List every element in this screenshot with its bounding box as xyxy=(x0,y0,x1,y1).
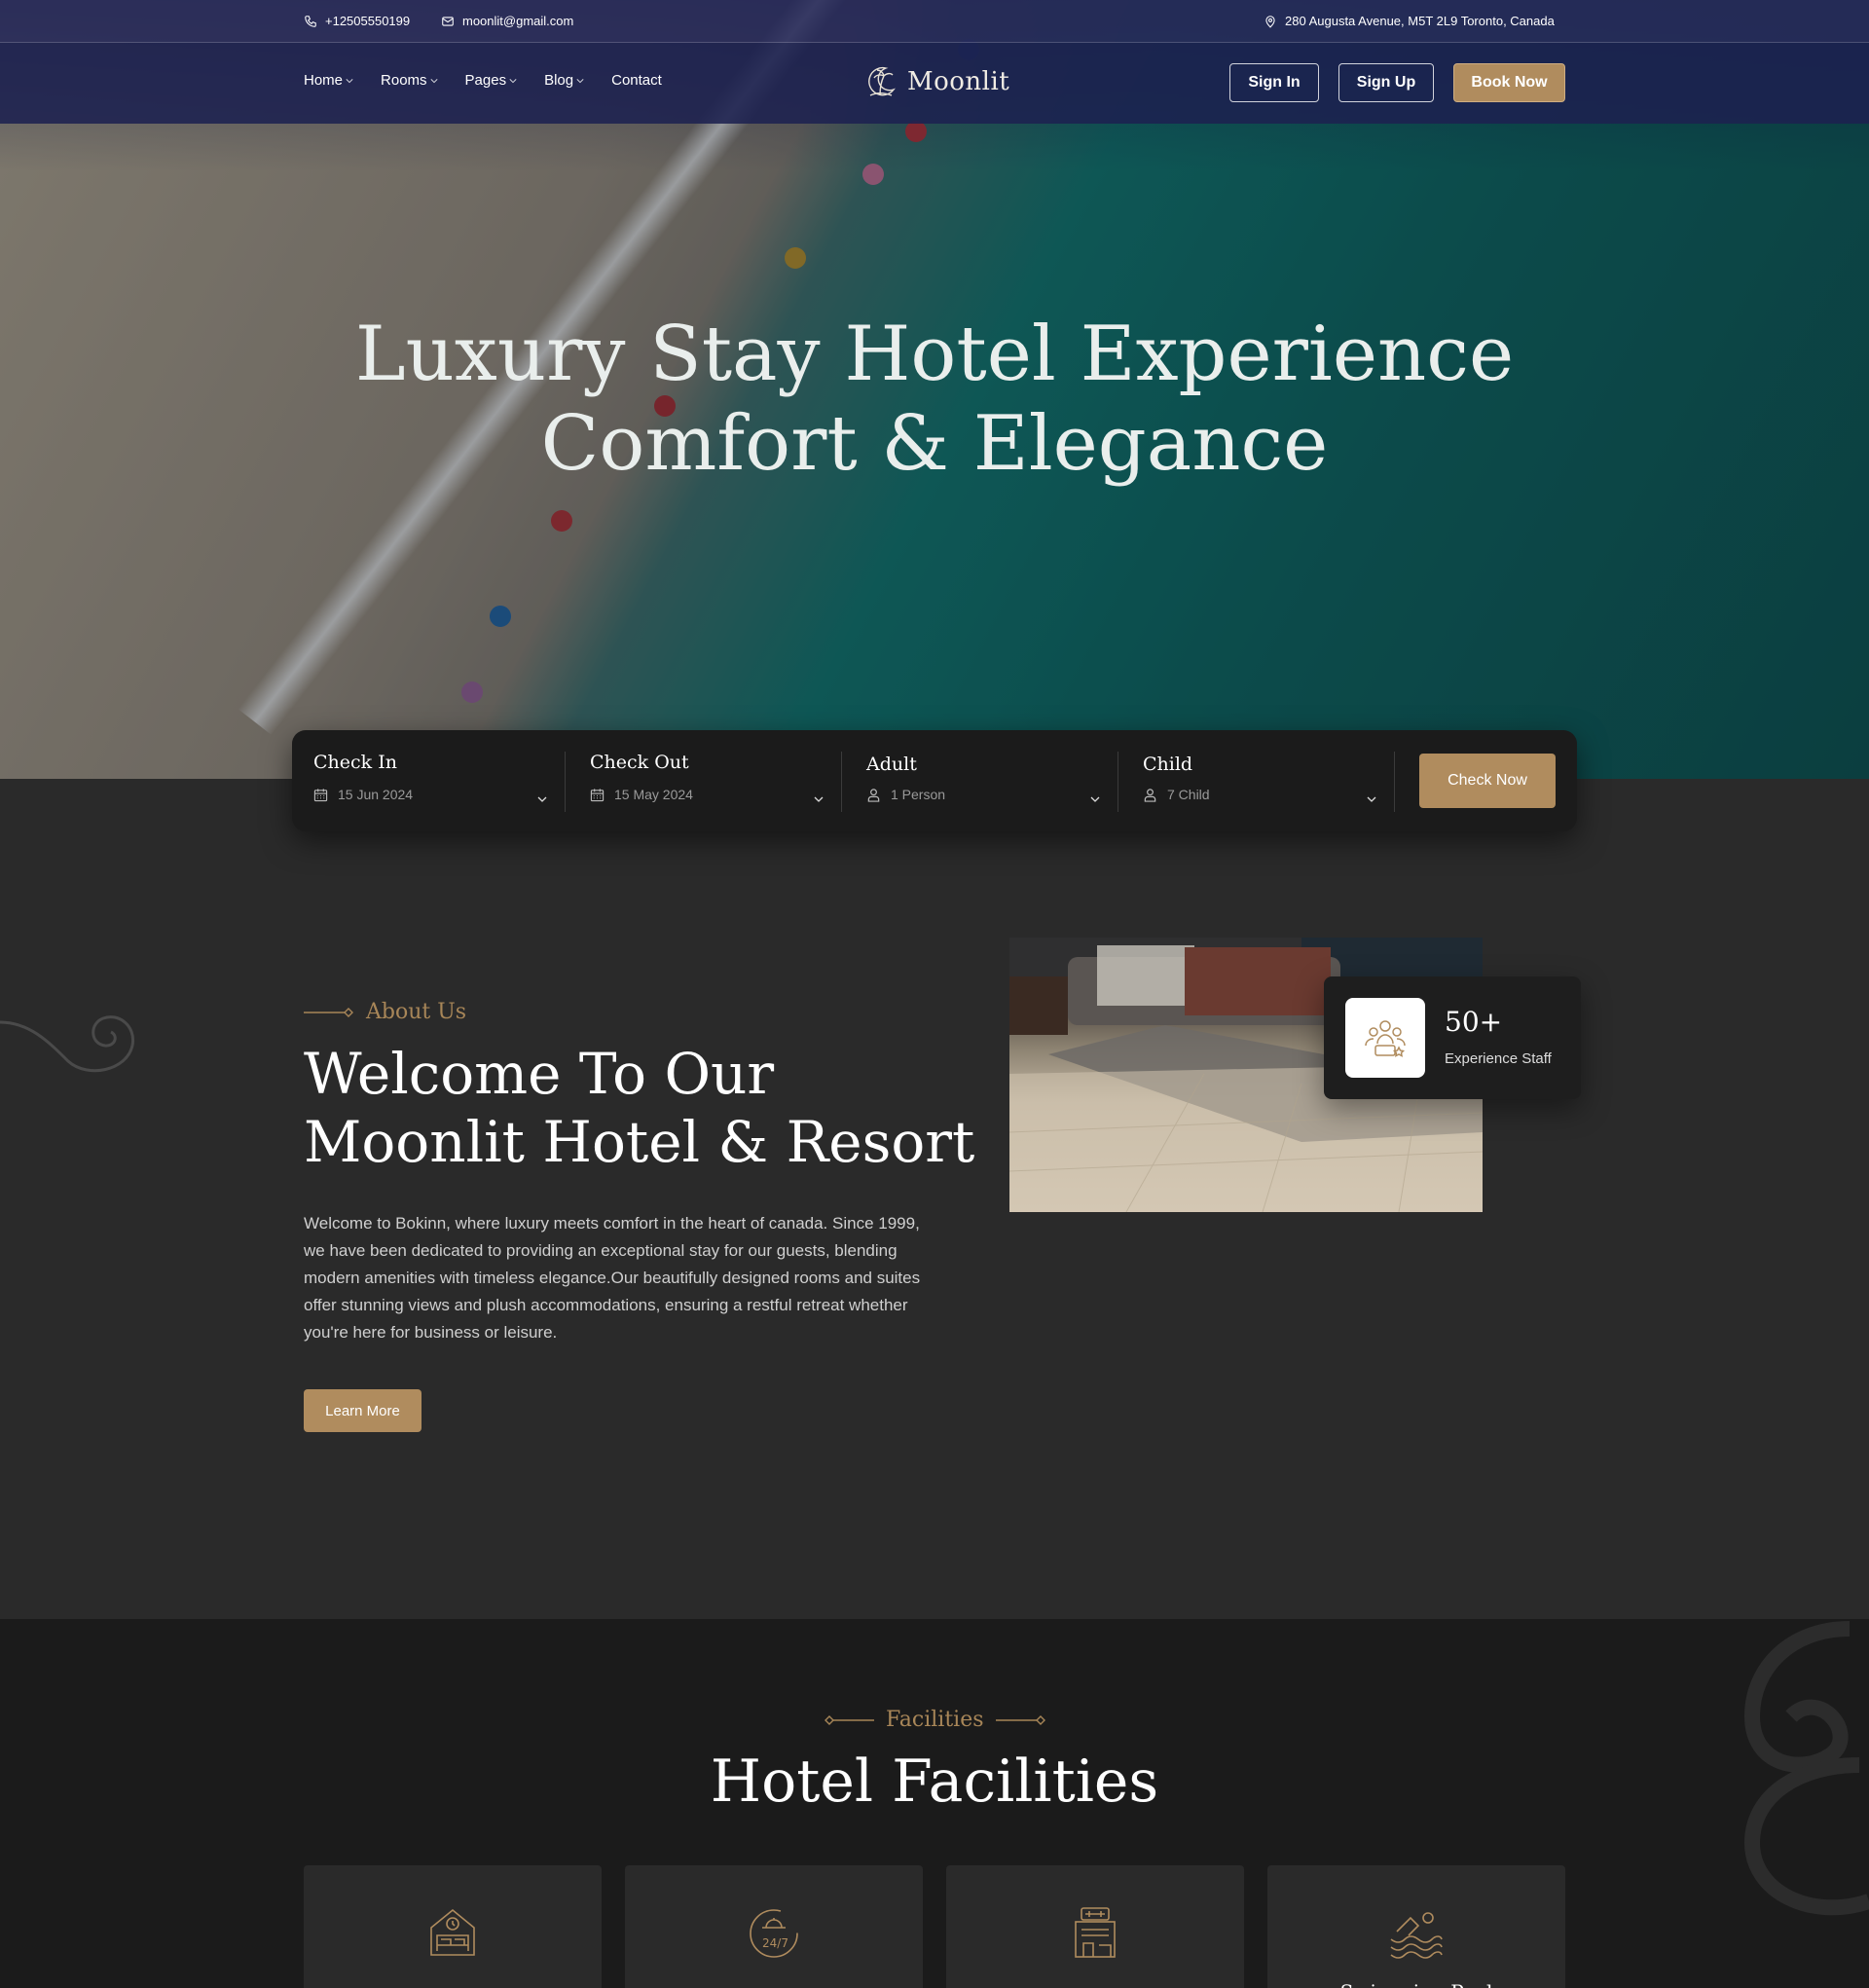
about-eyebrow: About Us xyxy=(304,1000,466,1024)
chevron-down-icon xyxy=(346,78,353,83)
hero-title: Luxury Stay Hotel Experience Comfort & E… xyxy=(0,310,1869,489)
swimming-pool-icon xyxy=(1390,1912,1443,1959)
nav-label: Contact xyxy=(611,72,662,89)
address-text: 280 Augusta Avenue, M5T 2L9 Toronto, Can… xyxy=(1285,14,1555,28)
contact-topbar: +12505550199 moonlit@gmail.com 280 Augus… xyxy=(0,0,1869,43)
email-contact[interactable]: moonlit@gmail.com xyxy=(441,14,573,28)
nav-label: Rooms xyxy=(381,72,427,89)
about-eyebrow-text: About Us xyxy=(366,1000,467,1024)
moon-palm-logo-icon xyxy=(868,66,896,96)
site-logo[interactable]: Moonlit xyxy=(864,62,1009,101)
check-out-field[interactable]: Check Out 15 May 2024 xyxy=(568,730,845,831)
adult-value: 1 Person xyxy=(866,787,945,802)
swirl-decoration-icon xyxy=(0,1015,135,1073)
phone-icon xyxy=(305,15,316,27)
child-field[interactable]: Child 7 Child xyxy=(1121,730,1398,831)
field-divider xyxy=(565,752,566,812)
about-section xyxy=(0,779,1869,1619)
facility-name: Swimming Pool xyxy=(1267,1980,1565,1988)
nav-item-rooms[interactable]: Rooms xyxy=(381,72,438,89)
mail-icon xyxy=(442,16,454,26)
child-label: Child xyxy=(1143,754,1193,775)
chevron-down-icon xyxy=(1367,796,1376,802)
adult-field[interactable]: Adult 1 Person xyxy=(845,730,1121,831)
nav-item-blog[interactable]: Blog xyxy=(544,72,584,89)
location-pin-icon xyxy=(1265,15,1275,28)
phone-contact[interactable]: +12505550199 xyxy=(304,14,410,28)
about-description: Welcome to Bokinn, where luxury meets co… xyxy=(304,1214,921,1342)
24-7-service-icon: 24/7 xyxy=(750,1909,798,1958)
check-in-field[interactable]: Check In 15 Jun 2024 xyxy=(292,730,568,831)
check-in-date: 15 Jun 2024 xyxy=(338,787,414,802)
adult-count: 1 Person xyxy=(891,787,946,802)
facilities-eyebrow: Facilities xyxy=(824,1708,1046,1732)
child-count: 7 Child xyxy=(1167,787,1210,802)
hero-title-line-1: Luxury Stay Hotel Experience xyxy=(354,311,1515,398)
chevron-down-icon xyxy=(576,78,584,83)
stat-number: 50+ xyxy=(1445,1006,1503,1038)
sign-up-button[interactable]: Sign Up xyxy=(1338,63,1434,102)
nav-item-pages[interactable]: Pages xyxy=(465,72,518,89)
phone-number: +12505550199 xyxy=(325,14,411,28)
stat-label: Experience Staff xyxy=(1445,1050,1552,1067)
svg-text:24/7: 24/7 xyxy=(762,1936,788,1950)
chevron-down-icon xyxy=(814,796,824,802)
facility-card[interactable] xyxy=(946,1865,1244,1988)
email-address: moonlit@gmail.com xyxy=(462,14,574,28)
calendar-icon xyxy=(590,788,605,801)
chevron-down-icon xyxy=(429,78,438,83)
experience-staff-card: 50+ Experience Staff xyxy=(1324,976,1581,1099)
nav-label: Blog xyxy=(544,72,574,89)
logo-text: Moonlit xyxy=(907,67,1010,96)
chevron-down-icon xyxy=(509,78,517,83)
gym-icon xyxy=(1075,1907,1116,1958)
facility-card[interactable] xyxy=(304,1865,602,1988)
about-title: Welcome To Our Moonlit Hotel & Resort xyxy=(304,1041,975,1175)
check-out-date: 15 May 2024 xyxy=(614,787,693,802)
nav-item-home[interactable]: Home xyxy=(304,72,353,89)
main-navbar: Home Rooms Pages Blog Contact Moonlit Si… xyxy=(0,43,1869,124)
facilities-eyebrow-text: Facilities xyxy=(886,1708,984,1732)
hero-title-line-2: Comfort & Elegance xyxy=(540,400,1329,488)
main-nav: Home Rooms Pages Blog Contact xyxy=(304,72,662,89)
check-now-button[interactable]: Check Now xyxy=(1419,754,1556,808)
calendar-icon xyxy=(313,788,328,801)
field-divider xyxy=(1394,752,1395,812)
nav-label: Pages xyxy=(464,72,507,89)
learn-more-button[interactable]: Learn More xyxy=(304,1389,421,1432)
address-contact: 280 Augusta Avenue, M5T 2L9 Toronto, Can… xyxy=(1264,14,1555,28)
check-in-label: Check In xyxy=(313,752,397,773)
user-icon xyxy=(867,788,880,802)
diamond-line-icon xyxy=(825,1714,874,1725)
check-in-value: 15 Jun 2024 xyxy=(313,787,413,802)
staff-group-icon xyxy=(1345,998,1425,1078)
chevron-down-icon xyxy=(1090,796,1100,802)
chevron-down-icon xyxy=(537,796,547,802)
nav-item-contact[interactable]: Contact xyxy=(611,72,662,89)
adult-label: Adult xyxy=(866,754,917,775)
facility-card[interactable]: 24/7 xyxy=(625,1865,923,1988)
line-diamond-icon xyxy=(995,1714,1045,1725)
check-out-value: 15 May 2024 xyxy=(590,787,693,802)
user-icon xyxy=(1144,788,1156,802)
field-divider xyxy=(841,752,842,812)
child-value: 7 Child xyxy=(1143,787,1210,802)
book-now-button[interactable]: Book Now xyxy=(1453,63,1565,102)
bed-clock-icon xyxy=(430,1908,475,1956)
check-out-label: Check Out xyxy=(590,752,689,773)
line-diamond-icon xyxy=(304,1007,353,1017)
booking-form: Check In 15 Jun 2024 Check Out 15 May 20… xyxy=(292,730,1577,831)
nav-label: Home xyxy=(304,72,344,89)
sign-in-button[interactable]: Sign In xyxy=(1229,63,1319,102)
facilities-title: Hotel Facilities xyxy=(710,1748,1159,1816)
facility-card[interactable]: Swimming Pool xyxy=(1267,1865,1565,1988)
